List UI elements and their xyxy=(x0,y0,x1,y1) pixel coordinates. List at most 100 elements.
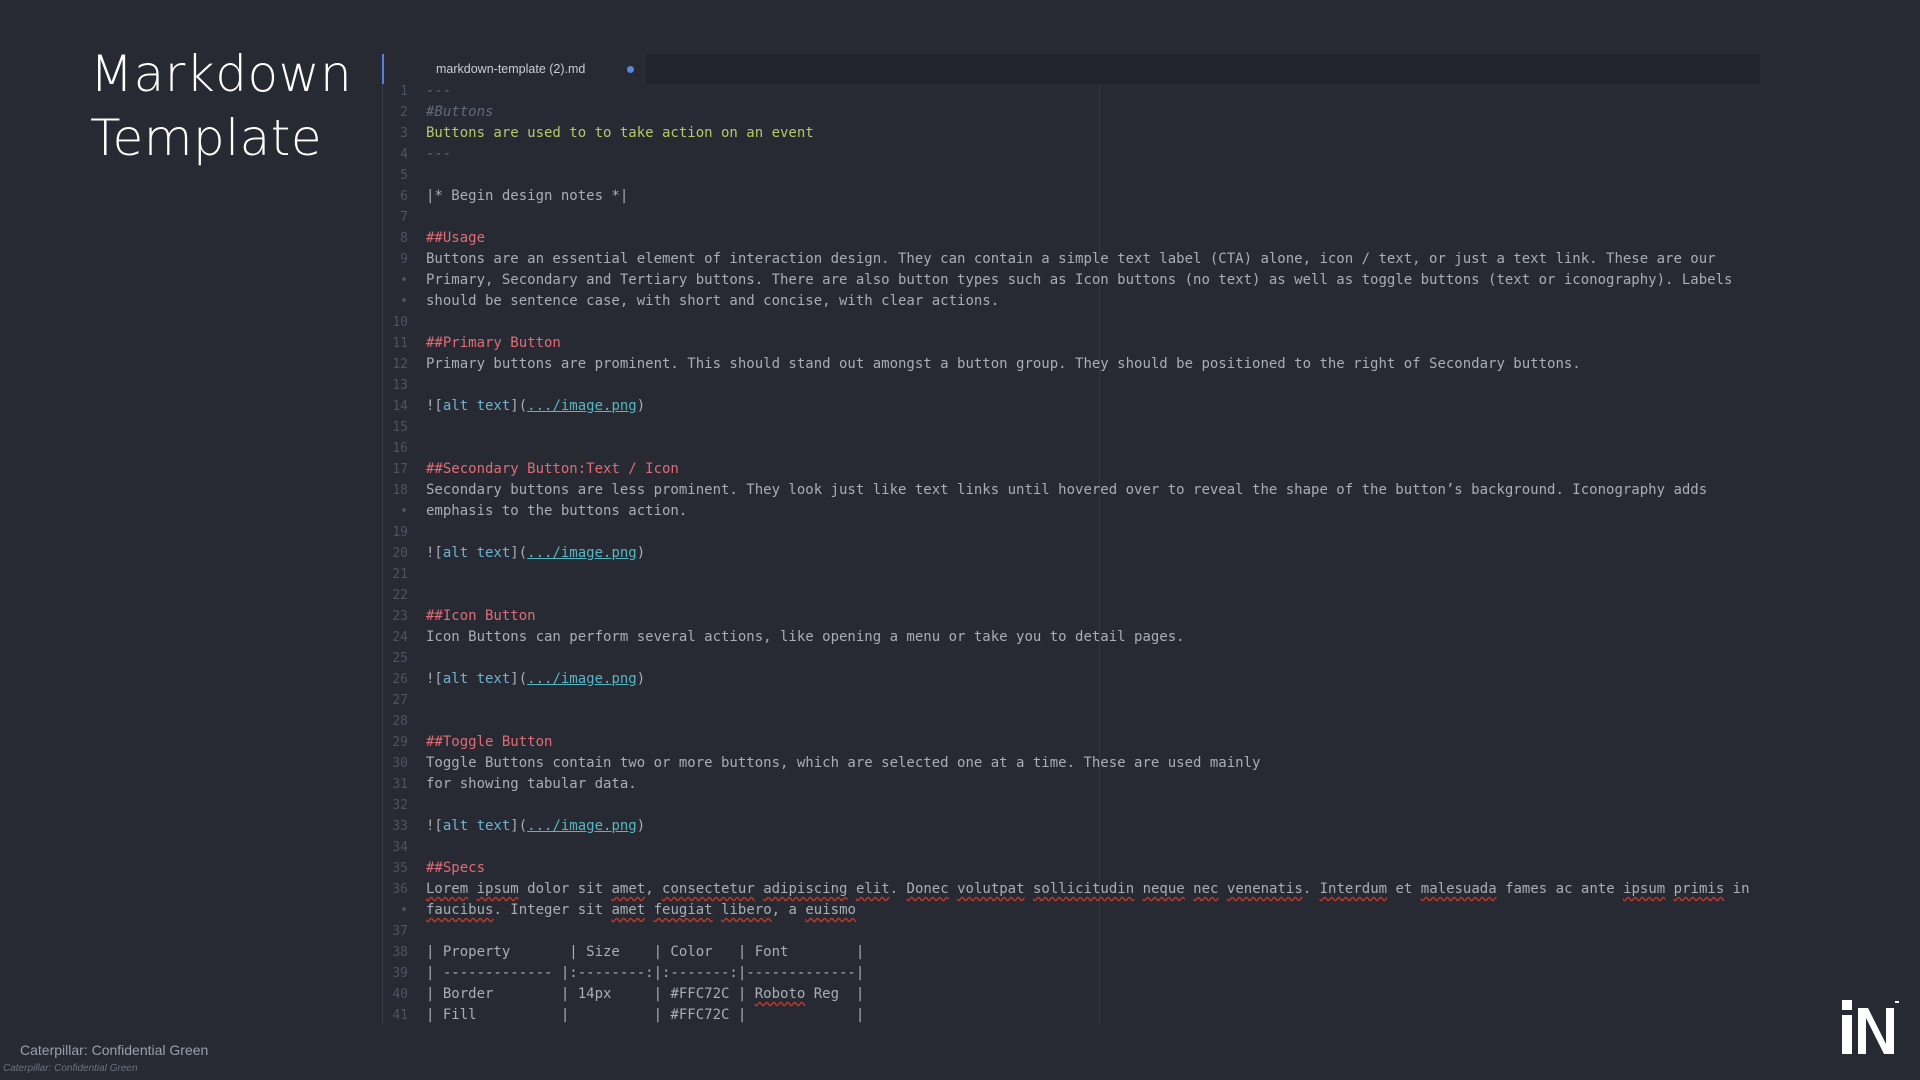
code-line[interactable]: 28 xyxy=(386,711,1786,732)
line-number: 33 xyxy=(392,819,408,834)
line-number: 36 xyxy=(392,882,408,897)
code-line[interactable]: 11 ##Primary Button xyxy=(386,333,1786,354)
code-line[interactable]: 3 Buttons are used to to take action on a… xyxy=(386,123,1786,144)
line-number: 13 xyxy=(392,378,408,393)
code-line[interactable]: 18 Secondary buttons are less prominent. … xyxy=(386,480,1786,501)
line-number: 23 xyxy=(392,609,408,624)
line-number: 28 xyxy=(392,714,408,729)
code-line[interactable]: 6 |* Begin design notes *| xyxy=(386,186,1786,207)
code-line[interactable]: • should be sentence case, with short and… xyxy=(386,291,1786,312)
code-line[interactable]: 4 --- xyxy=(386,144,1786,165)
code-token: , a xyxy=(771,902,806,918)
code-line[interactable]: 7 xyxy=(386,207,1786,228)
code-line[interactable]: • emphasis to the buttons action. xyxy=(386,501,1786,522)
code-token: neque xyxy=(1142,881,1185,897)
tab-bar: markdown-template (2).md xyxy=(386,54,1760,84)
line-text: faucibus. Integer sit amet feugiat liber… xyxy=(426,900,856,921)
code-line[interactable]: 5 xyxy=(386,165,1786,186)
code-line[interactable]: 32 xyxy=(386,795,1786,816)
code-line[interactable]: 25 xyxy=(386,648,1786,669)
code-line[interactable]: 24 Icon Buttons can perform several actio… xyxy=(386,627,1786,648)
code-token: ##Usage xyxy=(426,230,486,246)
line-text: |* Begin design notes *| xyxy=(426,186,628,207)
code-token: ![ xyxy=(426,398,443,414)
code-line[interactable]: 34 xyxy=(386,837,1786,858)
code-token: #Buttons xyxy=(426,104,494,120)
line-text: ##Toggle Button xyxy=(426,732,552,753)
code-line[interactable]: 1 --- xyxy=(386,81,1786,102)
code-line[interactable]: 12 Primary buttons are prominent. This sh… xyxy=(386,354,1786,375)
code-token: | Border | 14px | #FFC72C | xyxy=(426,986,755,1002)
code-token: .../image.png xyxy=(527,671,637,687)
code-token: Interdum xyxy=(1319,881,1388,897)
code-line[interactable]: 14 ![alt text](.../image.png) xyxy=(386,396,1786,417)
line-number: 18 xyxy=(392,483,408,498)
code-line[interactable]: 10 xyxy=(386,312,1786,333)
code-line[interactable]: • Primary, Secondary and Tertiary buttons… xyxy=(386,270,1786,291)
line-number: 2 xyxy=(400,105,408,120)
code-line[interactable]: 36 Lorem ipsum dolor sit amet, consectetu… xyxy=(386,879,1786,900)
code-line[interactable]: 38 | Property | Size | Color | Font | xyxy=(386,942,1786,963)
code-token: Donec xyxy=(906,881,949,897)
code-line[interactable]: 19 xyxy=(386,522,1786,543)
code-token: alt text xyxy=(442,545,511,561)
line-number: 7 xyxy=(400,210,408,225)
unsaved-dot-icon[interactable] xyxy=(627,66,634,73)
code-token: .../image.png xyxy=(527,545,637,561)
code-line[interactable]: 17 ##Secondary Button:Text / Icon xyxy=(386,459,1786,480)
code-line[interactable]: 33 ![alt text](.../image.png) xyxy=(386,816,1786,837)
code-line[interactable]: 37 xyxy=(386,921,1786,942)
code-token: ) xyxy=(636,818,646,834)
code-line[interactable]: • faucibus. Integer sit amet feugiat libe… xyxy=(386,900,1786,921)
line-number: 8 xyxy=(400,231,408,246)
code-line[interactable]: 21 xyxy=(386,564,1786,585)
code-line[interactable]: 39 | ------------- |:--------:|:-------:|… xyxy=(386,963,1786,984)
code-line[interactable]: 35 ##Specs xyxy=(386,858,1786,879)
code-token: in xyxy=(1724,881,1750,897)
code-token: . xyxy=(1302,881,1320,897)
code-token: Primary buttons are prominent. This shou… xyxy=(426,356,1581,372)
code-line[interactable]: 16 xyxy=(386,438,1786,459)
line-text: #Buttons xyxy=(426,102,493,123)
code-token: | Property | Size | Color | Font | xyxy=(426,944,865,960)
active-tab-indicator xyxy=(382,54,384,84)
code-line[interactable]: 22 xyxy=(386,585,1786,606)
line-number: 25 xyxy=(392,651,408,666)
code-line[interactable]: 27 xyxy=(386,690,1786,711)
line-text: ![alt text](.../image.png) xyxy=(426,396,645,417)
code-editor[interactable]: 1 --- 2 #Buttons 3 Buttons are used to to tak… xyxy=(386,81,1786,1026)
code-token: nec xyxy=(1193,881,1219,897)
code-token: volutpat xyxy=(957,881,1025,897)
line-text: | Property | Size | Color | Font | xyxy=(426,942,864,963)
line-text: | Fill | | #FFC72C | | xyxy=(426,1005,864,1026)
code-token: venenatis xyxy=(1226,881,1303,897)
line-text: Primary buttons are prominent. This shou… xyxy=(426,354,1581,375)
code-line[interactable]: 8 ##Usage xyxy=(386,228,1786,249)
code-line[interactable]: 29 ##Toggle Button xyxy=(386,732,1786,753)
code-line[interactable]: 30 Toggle Buttons contain two or more but… xyxy=(386,753,1786,774)
line-text: Icon Buttons can perform several actions… xyxy=(426,627,1185,648)
line-number: 1 xyxy=(400,84,408,99)
line-number: 20 xyxy=(392,546,408,561)
code-line[interactable]: 20 ![alt text](.../image.png) xyxy=(386,543,1786,564)
line-text: ![alt text](.../image.png) xyxy=(426,669,645,690)
code-line[interactable]: 2 #Buttons xyxy=(386,102,1786,123)
line-number: 30 xyxy=(392,756,408,771)
tab-markdown-template[interactable]: markdown-template (2).md xyxy=(386,54,644,84)
code-line[interactable]: 13 xyxy=(386,375,1786,396)
code-line[interactable]: 9 Buttons are an essential element of int… xyxy=(386,249,1786,270)
code-token: libero xyxy=(721,902,772,918)
code-line[interactable]: 31 for showing tabular data. xyxy=(386,774,1786,795)
code-line[interactable]: 41 | Fill | | #FFC72C | | xyxy=(386,1005,1786,1026)
code-token: amet xyxy=(611,902,646,918)
code-token: .../image.png xyxy=(527,818,637,834)
code-line[interactable]: 26 ![alt text](.../image.png) xyxy=(386,669,1786,690)
code-line[interactable]: 40 | Border | 14px | #FFC72C | Roboto Reg… xyxy=(386,984,1786,1005)
line-text: ##Usage xyxy=(426,228,485,249)
code-token: ##Secondary Button:Text / Icon xyxy=(426,461,679,477)
code-line[interactable]: 15 xyxy=(386,417,1786,438)
line-text: ![alt text](.../image.png) xyxy=(426,543,645,564)
code-line[interactable]: 23 ##Icon Button xyxy=(386,606,1786,627)
code-token: ![ xyxy=(426,818,443,834)
